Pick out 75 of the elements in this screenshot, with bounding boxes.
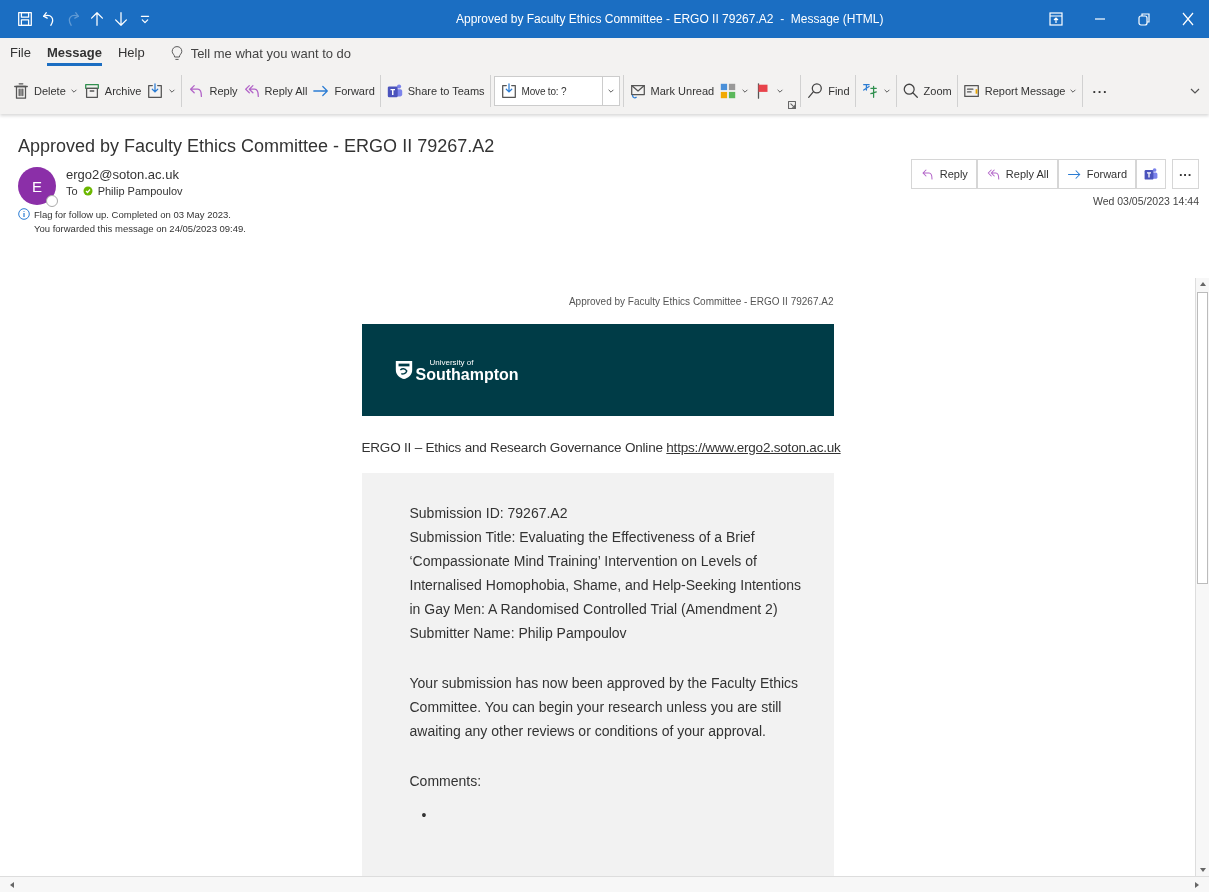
comments-label: Comments: — [409, 772, 483, 791]
ribbon-tab[interactable]: Message — [46, 40, 102, 66]
submission-detail: Submitter Name: Philip Pampoulov — [409, 624, 628, 643]
shield-crest-icon — [393, 359, 414, 381]
caret-icon — [1069, 87, 1078, 95]
sender-address[interactable]: ergo2@soton.ac.uk — [66, 167, 183, 182]
translate-icon — [860, 82, 879, 100]
toolbar-button[interactable]: Reply All — [240, 78, 310, 104]
website-link[interactable]: https://www.ergo2.soton.ac.uk — [666, 440, 841, 455]
recipient-name[interactable]: Philip Pampoulov — [97, 185, 183, 197]
approval-text: Your submission has now been approved by the Faculty Ethics Committee. You can begin your research unless you are still awaiting any other reviews or conditions of your approval. — [409, 674, 800, 741]
bullet-point: • — [421, 807, 428, 823]
tell-me-search[interactable]: Tell me what you want to do — [168, 45, 411, 61]
ribbon-tab[interactable]: Help — [117, 40, 145, 66]
caret-icon — [606, 87, 615, 95]
caret-icon — [776, 87, 785, 95]
reply-all-icon — [242, 82, 261, 100]
message-subject: Approved by Faculty Ethics Committee - ERGO II 79267.A2 — [18, 136, 496, 157]
save-icon[interactable] — [16, 10, 34, 28]
available-status-icon — [82, 186, 93, 196]
category-grid-icon — [719, 82, 738, 100]
search-icon — [806, 82, 825, 100]
presence-status-icon — [46, 195, 58, 207]
message-action-button[interactable]: Reply All — [976, 159, 1058, 189]
submission-detail: Submission ID: 79267.A2 — [409, 504, 569, 523]
restore-icon[interactable] — [1135, 10, 1153, 28]
share-to-teams-button[interactable] — [1136, 159, 1166, 189]
toolbar-button[interactable]: Share to Teams — [383, 78, 487, 104]
envelope-icon — [628, 82, 647, 100]
up-arrow-icon[interactable] — [88, 10, 106, 28]
email-header-text: Approved by Faculty Ethics Committee - ERGO II 79267.A2 — [567, 296, 834, 309]
caret-icon — [882, 87, 891, 95]
ribbon-tab[interactable]: File — [10, 40, 31, 66]
logo-text-small: University of — [429, 357, 474, 367]
toolbar-button[interactable]: Reply — [185, 78, 240, 104]
trash-icon — [12, 82, 30, 100]
logo-text: Southampton — [415, 366, 519, 383]
move-icon — [146, 82, 165, 100]
window-title: Approved by Faculty Ethics Committee - ERGO II 79267.A2 - Message (HTML) — [456, 12, 885, 26]
scrollbar-thumb[interactable] — [1197, 292, 1208, 584]
toolbar-button[interactable]: Find — [804, 78, 852, 104]
down-arrow-icon[interactable] — [112, 10, 130, 28]
vertical-scrollbar[interactable] — [1195, 278, 1209, 876]
info-text: You forwarded this message on 24/05/2023 09:49. — [34, 223, 246, 234]
dialog-launcher-icon[interactable] — [787, 100, 798, 110]
horizontal-scrollbar[interactable] — [0, 876, 1209, 892]
teams-icon — [385, 82, 404, 100]
move-icon — [499, 82, 518, 100]
message-action-button[interactable]: Reply — [910, 159, 977, 189]
to-label: To — [66, 185, 78, 197]
caret-icon — [69, 87, 78, 95]
ribbon-display-icon[interactable] — [1047, 10, 1065, 28]
toolbar-button[interactable]: Delete — [10, 78, 80, 104]
toolbar-button[interactable]: Forward — [310, 78, 377, 104]
toolbar-button[interactable]: Archive — [80, 78, 144, 104]
report-icon — [962, 82, 981, 100]
caret-icon — [741, 87, 750, 95]
archive-icon — [82, 82, 101, 100]
submission-detail: Submission Title: Evaluating the Effectiveness of a Brief ‘Compassionate Mind Training’ Intervention on Levels of Internalised Homophobia, Shame, and Help-Seeking Intentions in Gay Men: A Randomised Controlled Trial (Amendment 2) — [409, 528, 802, 619]
toolbar-button[interactable]: Zoom — [899, 78, 954, 104]
message-action-button[interactable]: Forward — [1057, 159, 1136, 189]
avatar-initial: E — [32, 177, 42, 195]
message-date: Wed 03/05/2023 14:44 — [1092, 195, 1199, 207]
more-actions-button[interactable]: ··· — [1172, 159, 1199, 189]
zoom-icon — [901, 82, 920, 100]
move-to-dropdown[interactable]: Move to: ? — [493, 76, 620, 106]
collapse-caret-icon[interactable] — [1189, 86, 1201, 96]
reply-all-icon — [985, 166, 1001, 182]
teams-icon — [1143, 166, 1159, 182]
toolbar-button[interactable]: Report Message — [960, 78, 1080, 104]
toolbar-button[interactable]: Mark Unread — [626, 78, 717, 104]
info-text: Flag for follow up. Completed on 03 May 2023. — [34, 208, 231, 220]
caret-icon — [168, 87, 177, 95]
more-options-button[interactable]: ··· — [1086, 79, 1115, 103]
info-icon — [18, 208, 30, 220]
